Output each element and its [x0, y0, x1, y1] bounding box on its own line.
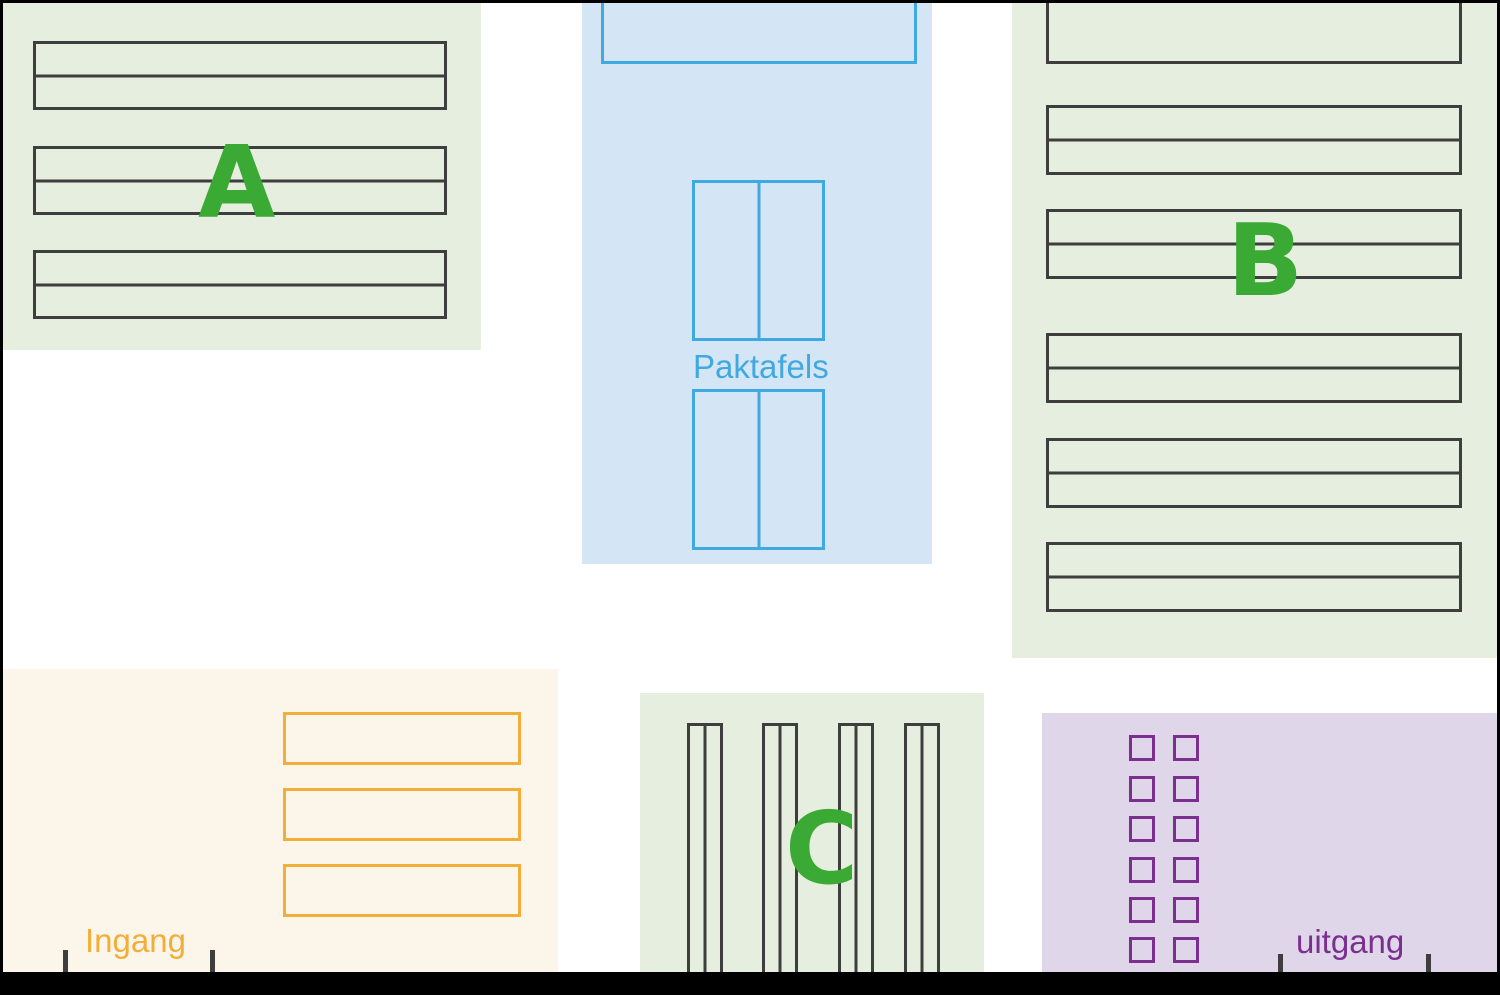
exit-bin — [1173, 735, 1199, 761]
door-marker — [63, 950, 68, 972]
zone-a-label: A — [198, 124, 276, 241]
exit-bin — [1173, 776, 1199, 802]
packing-label: Paktafels — [693, 348, 829, 385]
exit-bin — [1129, 897, 1155, 923]
exit-bin — [1129, 776, 1155, 802]
zone-a: A — [3, 3, 481, 350]
receiving-table — [283, 788, 521, 841]
door-marker — [1426, 954, 1431, 972]
warehouse-floor-plan: A Paktafels B Ingang C uitgang — [3, 3, 1497, 972]
packing-table — [692, 389, 825, 550]
rack — [1046, 3, 1462, 64]
exit-bin — [1129, 857, 1155, 883]
receiving-table — [283, 712, 521, 765]
receiving-table — [283, 864, 521, 917]
zone-c: C — [640, 693, 984, 972]
rack — [1046, 333, 1462, 403]
rack — [33, 250, 447, 319]
exit-bin — [1173, 816, 1199, 842]
exit-bin — [1173, 897, 1199, 923]
packing-zone: Paktafels — [582, 3, 932, 564]
exit-bin — [1129, 816, 1155, 842]
door-marker — [1278, 954, 1283, 972]
rack — [904, 723, 940, 972]
door-marker — [210, 950, 215, 972]
rack — [33, 41, 447, 110]
exit-bin — [1129, 735, 1155, 761]
rack — [1046, 438, 1462, 508]
rack — [687, 723, 723, 972]
entrance-label: Ingang — [85, 922, 186, 959]
exit-zone: uitgang — [1042, 713, 1497, 972]
packing-table — [601, 3, 917, 64]
exit-bin — [1129, 937, 1155, 963]
rack — [1046, 542, 1462, 612]
packing-table — [692, 180, 825, 341]
rack — [1046, 105, 1462, 175]
zone-b-label: B — [1227, 202, 1304, 319]
zone-c-label: C — [785, 790, 859, 907]
exit-bin — [1173, 937, 1199, 963]
exit-label: uitgang — [1296, 923, 1405, 960]
entrance-zone: Ingang — [3, 669, 558, 972]
zone-b: B — [1012, 3, 1497, 658]
exit-bin — [1173, 857, 1199, 883]
